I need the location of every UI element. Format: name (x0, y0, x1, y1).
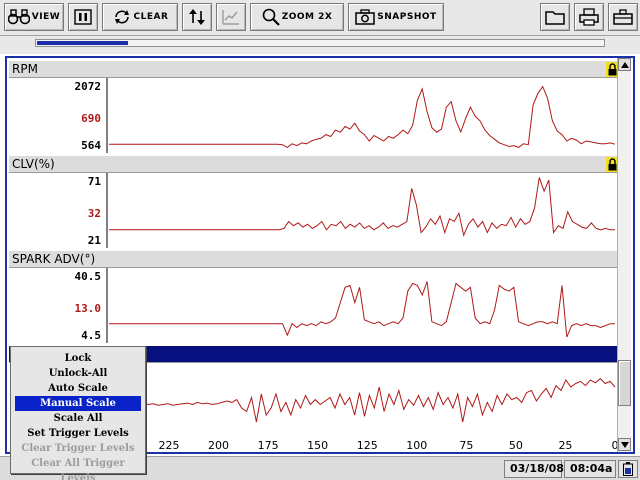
scanner-window: View Clear (0, 0, 640, 480)
battery-indicator (618, 460, 638, 478)
refresh-icon (114, 10, 129, 24)
graph-strip-title: RPM (12, 62, 38, 76)
scroll-thumb[interactable] (618, 360, 631, 406)
magnifier-icon (262, 8, 280, 26)
snapshot-button-label: Snapshot (377, 12, 437, 22)
scroll-down-button[interactable] (618, 438, 631, 451)
menu-item-scale-all[interactable]: Scale All (15, 411, 141, 426)
status-time: 08:04a (564, 460, 616, 478)
sort-button[interactable] (182, 3, 212, 31)
print-button[interactable] (574, 3, 604, 31)
graph-settings-button[interactable] (216, 3, 246, 31)
graph-canvas (106, 173, 615, 248)
view-button-label: View (31, 12, 61, 22)
graph-canvas (106, 78, 616, 153)
x-tick-label: 225 (158, 439, 180, 452)
graph-strip-header[interactable]: SPARK ADV(°) (9, 250, 621, 268)
clear-button[interactable]: Clear (102, 3, 178, 31)
zoom-button-label: Zoom 2x (281, 12, 333, 22)
menu-item-lock[interactable]: Lock (15, 351, 141, 366)
series-line (109, 281, 615, 338)
record-position-bar (0, 36, 640, 54)
graph-strip-title: CLV(%) (12, 157, 55, 171)
record-progress[interactable] (35, 39, 605, 47)
printer-icon (579, 8, 599, 26)
graph-strip-title: SPARK ADV(°) (12, 252, 96, 266)
series-line (109, 177, 615, 237)
folder-icon (545, 11, 565, 25)
x-tick-label: 125 (356, 439, 378, 452)
menu-item-set-trigger-levels[interactable]: Set Trigger Levels (15, 426, 141, 441)
pause-icon (74, 9, 92, 25)
graph-canvas (106, 268, 615, 343)
graph-plot-area: 40.5 13.0 4.5 (9, 268, 621, 343)
up-down-arrows-icon (189, 9, 205, 25)
graph-strip-header[interactable]: CLV(%) (9, 155, 621, 173)
vertical-scrollbar[interactable] (617, 58, 631, 452)
clear-button-label: Clear (133, 12, 169, 22)
menu-item-unlock-all[interactable]: Unlock-All (15, 366, 141, 381)
scroll-up-button[interactable] (618, 58, 631, 71)
view-button[interactable]: View (4, 3, 64, 31)
x-tick-label: 100 (406, 439, 428, 452)
toolbox-icon (613, 9, 633, 25)
series-line (109, 85, 616, 148)
series-line (109, 377, 616, 423)
menu-item-clear-all-trigger-levels: Clear All Trigger Levels (31, 458, 125, 480)
menu-item-auto-scale[interactable]: Auto Scale (15, 381, 141, 396)
x-tick-label: 175 (257, 439, 279, 452)
status-date: 03/18/08 (504, 460, 564, 478)
context-menu: Lock Unlock-All Auto Scale Manual Scale Scal… (10, 346, 146, 480)
battery-icon (623, 462, 633, 476)
x-tick-label: 150 (307, 439, 329, 452)
arrow-down-icon (620, 441, 629, 448)
graph-strip-header[interactable]: RPM (9, 60, 621, 78)
graph-plot-area: 71 32 21 (9, 173, 621, 248)
toolbox-button[interactable] (608, 3, 638, 31)
zoom-button[interactable]: Zoom 2x (250, 3, 344, 31)
menu-item-manual-scale[interactable]: Manual Scale (15, 396, 141, 411)
x-tick-label: 75 (459, 439, 474, 452)
open-folder-button[interactable] (540, 3, 570, 31)
graph-plot-area: 2072 690 564 (9, 78, 621, 153)
graph-settings-icon (222, 10, 239, 25)
x-tick-label: 25 (558, 439, 573, 452)
camera-icon (355, 9, 376, 25)
menu-item-clear-trigger-levels: Clear Trigger Levels (21, 443, 135, 454)
x-tick-label: 200 (208, 439, 230, 452)
pause-button[interactable] (68, 3, 98, 31)
binoculars-icon (7, 9, 30, 25)
x-tick-label: 50 (508, 439, 523, 452)
snapshot-button[interactable]: Snapshot (348, 3, 444, 31)
arrow-up-icon (620, 61, 629, 68)
toolbar: View Clear (0, 0, 640, 36)
record-progress-fill (37, 41, 128, 45)
